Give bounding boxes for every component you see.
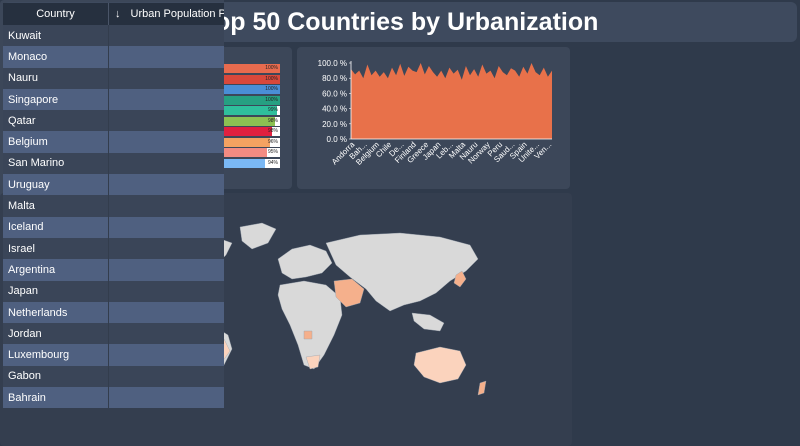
- bar-value: 100%: [265, 75, 278, 82]
- country-cell: Netherlands: [3, 301, 109, 324]
- urban-cell: [109, 174, 224, 195]
- table-row[interactable]: San Marino: [3, 152, 224, 175]
- table-row[interactable]: Gabon: [3, 365, 224, 388]
- table-row[interactable]: Malta: [3, 195, 224, 217]
- country-cell: Nauru: [3, 67, 109, 89]
- table-body: Kuwait Monaco Nauru Singapore Qatar Belgium Sa…: [3, 25, 224, 409]
- country-cell: Jordan: [3, 323, 109, 345]
- table-row[interactable]: Monaco: [3, 46, 224, 68]
- table-row[interactable]: Iceland: [3, 216, 224, 238]
- map-region-europe[interactable]: [277, 244, 333, 280]
- country-cell: Singapore: [3, 88, 109, 111]
- map-region-south-africa[interactable]: [305, 354, 321, 370]
- column-header-urban[interactable]: ↓ Urban Population P: [109, 3, 224, 25]
- area-chart: 0.0 %20.0 %40.0 %60.0 %80.0 %100.0 %Ando…: [318, 59, 554, 167]
- bar-value: 100%: [265, 86, 278, 92]
- y-tick-label: 100.0 %: [318, 59, 347, 68]
- urban-cell: [109, 387, 224, 408]
- country-cell: Iceland: [3, 216, 109, 238]
- country-cell: Uruguay: [3, 174, 109, 196]
- map-region-southeast-asia[interactable]: [411, 312, 445, 332]
- dashboard-title: Top 50 Countries by Urbanization: [201, 7, 599, 36]
- column-header-urban-label: Urban Population P: [130, 8, 225, 20]
- urban-cell: [109, 238, 224, 259]
- table-row[interactable]: Luxembourg: [3, 344, 224, 366]
- urban-cell: [109, 153, 224, 174]
- table-row[interactable]: Singapore: [3, 88, 224, 111]
- country-cell: Belgium: [3, 131, 109, 153]
- urban-cell: [109, 131, 224, 152]
- y-tick-label: 0.0 %: [327, 135, 347, 144]
- urban-cell: [109, 46, 224, 67]
- country-cell: Argentina: [3, 259, 109, 281]
- country-cell: Japan: [3, 280, 109, 302]
- y-tick-label: 20.0 %: [322, 120, 347, 129]
- urban-cell: [109, 281, 224, 302]
- country-cell: San Marino: [3, 152, 109, 175]
- sort-desc-icon[interactable]: ↓: [115, 8, 121, 20]
- table-row[interactable]: Uruguay: [3, 174, 224, 196]
- bar-value: 95%: [267, 149, 278, 155]
- urban-cell: [109, 89, 224, 110]
- bar-value: 100%: [265, 96, 278, 103]
- urban-cell: [109, 25, 224, 46]
- urban-cell: [109, 366, 224, 387]
- urban-cell: [109, 344, 224, 365]
- table-row[interactable]: Netherlands: [3, 301, 224, 324]
- urban-cell: [109, 195, 224, 216]
- urban-cell: [109, 302, 224, 323]
- table-header: Country ↓ Urban Population P: [3, 3, 224, 25]
- column-header-country[interactable]: Country: [3, 3, 109, 25]
- y-tick-label: 60.0 %: [322, 89, 347, 98]
- bar-value: 94%: [267, 159, 278, 166]
- country-cell: Qatar: [3, 110, 109, 132]
- country-cell: Luxembourg: [3, 344, 109, 366]
- country-cell: Monaco: [3, 46, 109, 68]
- bar-value: 99%: [267, 107, 278, 113]
- bar-value: 100%: [265, 65, 278, 71]
- urban-cell: [109, 259, 224, 280]
- table-row[interactable]: Jordan: [3, 323, 224, 345]
- urban-cell: [109, 68, 224, 89]
- area-chart-panel: 0.0 % 20.0 % 40.0 % 60.0 % 80.0 % 100.0 % Ando…: [297, 47, 570, 189]
- country-cell: Kuwait: [3, 25, 109, 47]
- country-table-panel: Country ↓ Urban Population P Kuwait Monac…: [0, 0, 224, 409]
- map-region-africa[interactable]: [277, 280, 343, 370]
- country-cell: Israel: [3, 237, 109, 260]
- country-cell: Bahrain: [3, 387, 109, 409]
- bar-value: 98%: [267, 128, 278, 134]
- map-region-greenland[interactable]: [239, 222, 277, 250]
- map-region-australia[interactable]: [413, 346, 467, 384]
- country-table: Country ↓ Urban Population P Kuwait Monac…: [3, 3, 224, 409]
- map-region-gabon[interactable]: [303, 330, 313, 340]
- area-series[interactable]: [351, 63, 552, 139]
- table-row[interactable]: Bahrain: [3, 387, 224, 409]
- bar-value: 98%: [267, 117, 278, 124]
- country-cell: Malta: [3, 195, 109, 217]
- country-cell: Gabon: [3, 365, 109, 388]
- map-region-new-zealand[interactable]: [477, 380, 487, 396]
- table-row[interactable]: Kuwait: [3, 25, 224, 47]
- table-row[interactable]: Belgium: [3, 131, 224, 153]
- y-tick-label: 40.0 %: [322, 105, 347, 114]
- table-row[interactable]: Qatar: [3, 110, 224, 132]
- table-row[interactable]: Israel: [3, 237, 224, 260]
- table-row[interactable]: Nauru: [3, 67, 224, 89]
- urban-cell: [109, 323, 224, 344]
- y-tick-label: 80.0 %: [322, 74, 347, 83]
- table-row[interactable]: Japan: [3, 280, 224, 302]
- table-row[interactable]: Argentina: [3, 259, 224, 281]
- urban-cell: [109, 217, 224, 238]
- urban-cell: [109, 110, 224, 131]
- bar-value: 96%: [267, 138, 278, 145]
